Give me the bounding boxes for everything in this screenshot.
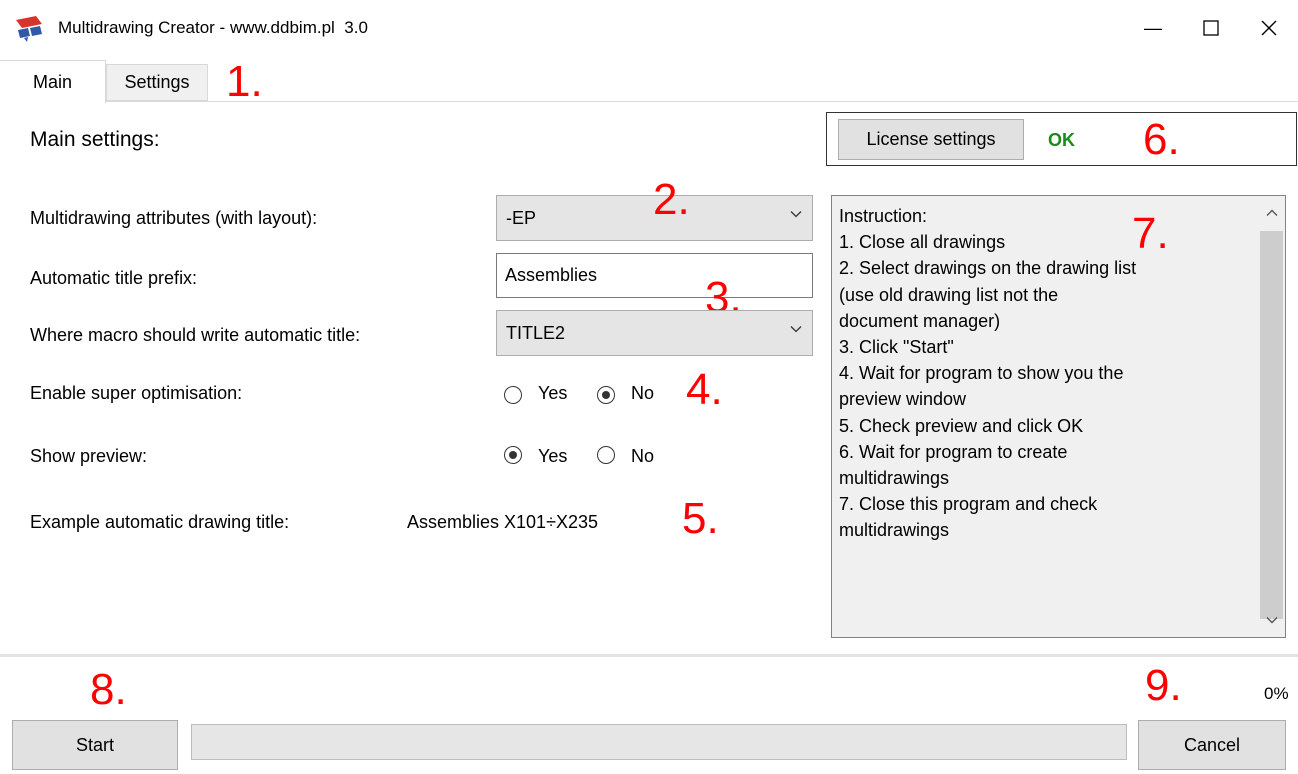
license-settings-button[interactable]: License settings — [838, 119, 1024, 160]
chevron-down-icon[interactable] — [1265, 614, 1279, 626]
optimisation-label: Enable super optimisation: — [30, 383, 243, 403]
annotation-6: 6. — [1143, 115, 1180, 164]
preview-no-radio[interactable] — [597, 446, 615, 464]
license-settings-label: License settings — [866, 129, 996, 149]
start-label: Start — [75, 734, 114, 755]
instruction-line: document manager) — [839, 310, 1001, 331]
window-title-text: Multidrawing Creator - www.ddbim.pl — [58, 18, 335, 37]
chevron-up-icon[interactable] — [1265, 207, 1279, 219]
minimize-button[interactable]: — — [1124, 0, 1182, 56]
annotation-1: 1. — [226, 57, 263, 106]
attributes-label: Multidrawing attributes (with layout): — [30, 208, 318, 228]
instruction-line: (use old drawing list not the — [839, 284, 1059, 305]
preview-yes-label: Yes — [538, 446, 568, 466]
optimisation-yes-label: Yes — [538, 383, 568, 403]
preview-label: Show preview: — [30, 446, 148, 466]
main-settings-heading: Main settings: — [30, 128, 160, 151]
instruction-line: multidrawings — [839, 468, 950, 489]
progress-bar — [191, 724, 1127, 760]
example-label: Example automatic drawing title: — [30, 512, 290, 532]
instruction-line: 4. Wait for program to show you the — [839, 363, 1124, 384]
tab-main[interactable]: Main — [0, 60, 106, 103]
annotation-8: 8. — [90, 665, 127, 714]
close-window-button[interactable] — [1240, 0, 1298, 56]
cancel-button[interactable]: Cancel — [1138, 720, 1286, 770]
annotation-7: 7. — [1132, 209, 1169, 258]
chevron-down-icon — [790, 326, 802, 333]
app-logo-icon — [16, 16, 42, 42]
attributes-value: -EP — [506, 207, 537, 228]
annotation-5: 5. — [682, 494, 719, 543]
title-target-dropdown[interactable]: TITLE2 — [496, 310, 813, 356]
tab-settings[interactable]: Settings — [106, 64, 208, 101]
progress-percent: 0% — [1264, 684, 1289, 703]
version-text: 3.0 — [344, 18, 368, 37]
annotation-9: 9. — [1145, 661, 1182, 710]
prefix-value: Assemblies — [505, 265, 598, 285]
prefix-label: Automatic title prefix: — [30, 268, 198, 288]
tab-main-label: Main — [32, 71, 72, 92]
instruction-text: Instruction: 1. Close all drawings 2. Se… — [839, 203, 1249, 544]
instruction-line: 6. Wait for program to create — [839, 441, 1068, 462]
instruction-line: preview window — [839, 389, 967, 410]
example-value: Assemblies X101÷X235 — [407, 512, 598, 532]
optimisation-yes-radio[interactable] — [504, 386, 522, 404]
minimize-icon: — — [1144, 17, 1162, 38]
bottom-separator — [0, 654, 1298, 657]
instruction-line: 3. Click "Start" — [839, 337, 954, 358]
cancel-label: Cancel — [1183, 734, 1241, 755]
optimisation-no-label: No — [631, 383, 655, 403]
title-target-label: Where macro should write automatic title… — [30, 325, 361, 345]
instruction-line: 7. Close this program and check — [839, 494, 1098, 515]
annotation-2: 2. — [653, 175, 690, 224]
license-status: OK — [1048, 130, 1075, 150]
preview-yes-radio[interactable] — [504, 446, 522, 464]
prefix-input[interactable]: Assemblies — [496, 253, 813, 298]
instruction-line: 2. Select drawings on the drawing list — [839, 258, 1137, 279]
chevron-down-icon — [790, 211, 802, 218]
close-icon — [1261, 20, 1277, 36]
start-button[interactable]: Start — [12, 720, 178, 770]
maximize-button[interactable] — [1182, 0, 1240, 56]
window-title: Multidrawing Creator - www.ddbim.pl 3.0 — [58, 18, 368, 38]
annotation-4: 4. — [686, 365, 723, 414]
instruction-line: multidrawings — [839, 520, 950, 541]
optimisation-no-radio[interactable] — [597, 386, 615, 404]
tab-settings-label: Settings — [124, 72, 190, 92]
maximize-icon — [1203, 20, 1219, 36]
instruction-line: 5. Check preview and click OK — [839, 415, 1084, 436]
instruction-line: Instruction: — [839, 206, 928, 226]
preview-no-label: No — [631, 446, 655, 466]
title-target-value: TITLE2 — [506, 322, 566, 343]
scrollbar-thumb[interactable] — [1260, 231, 1283, 619]
tab-strip-divider — [0, 101, 1298, 102]
instruction-line: 1. Close all drawings — [839, 232, 1006, 253]
